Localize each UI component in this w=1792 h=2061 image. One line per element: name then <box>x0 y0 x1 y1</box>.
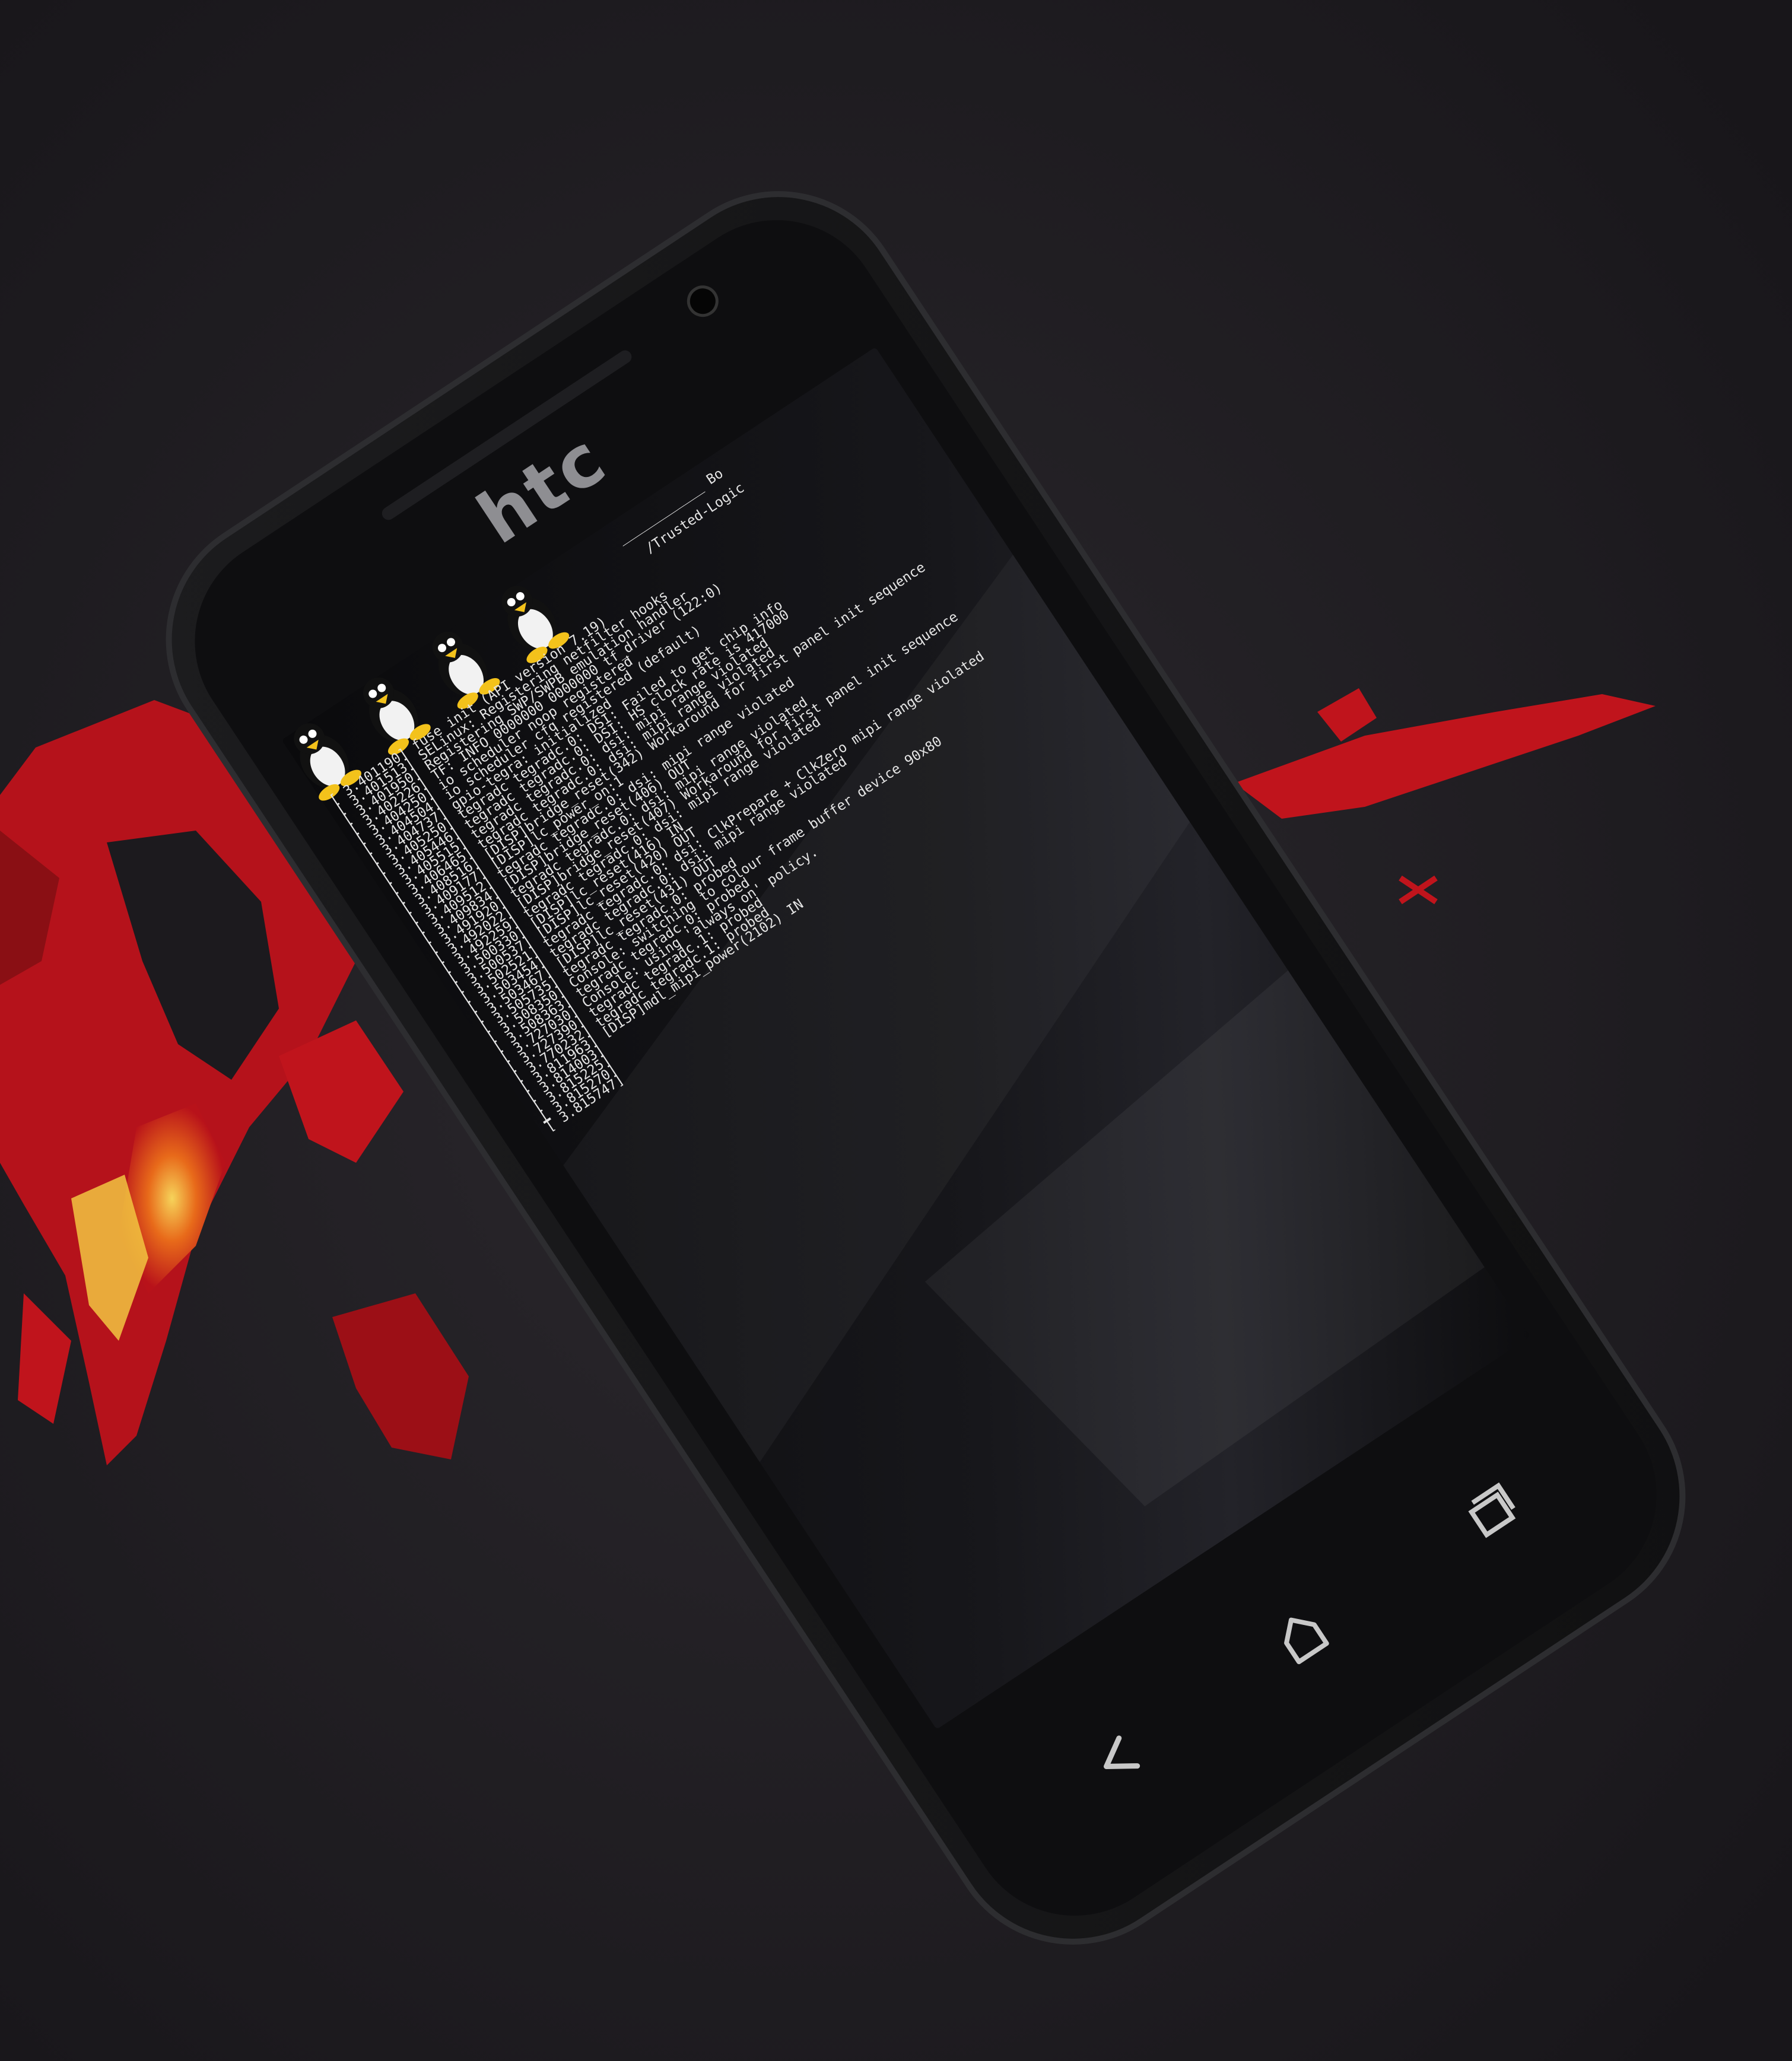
photo-scene: htc ____________ Bo/Trusted-Logic [ 3.40… <box>0 0 1792 2061</box>
